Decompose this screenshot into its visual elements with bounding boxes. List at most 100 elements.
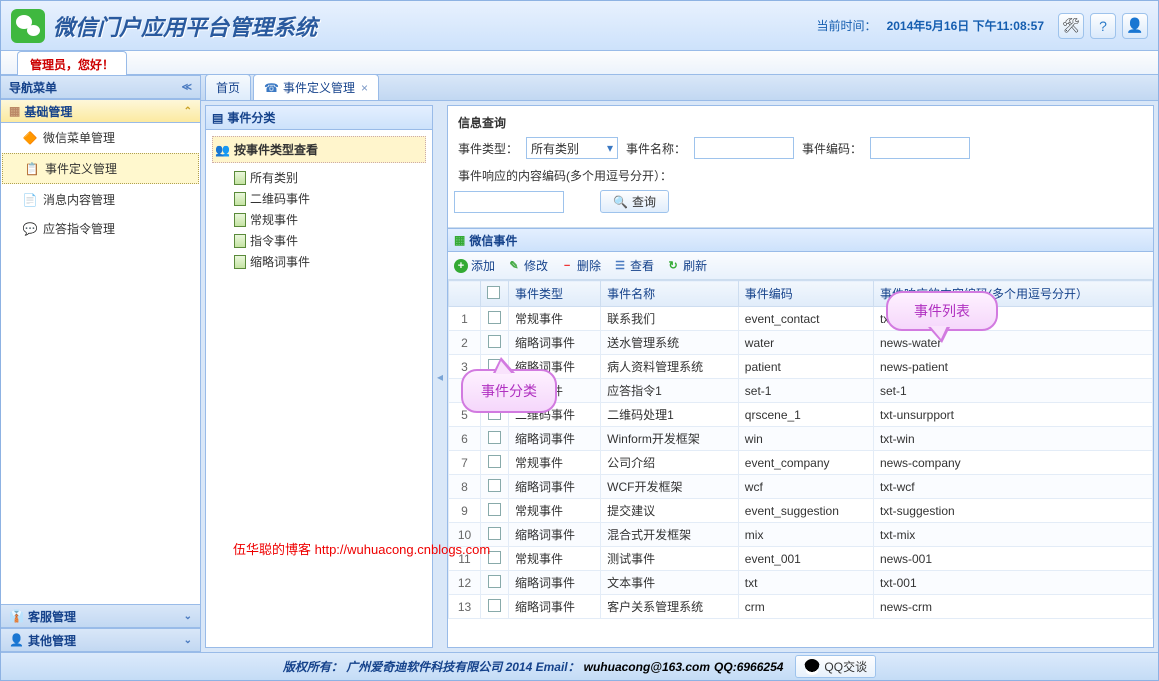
tree-root-label: 按事件类型查看: [234, 141, 318, 158]
tree-item-label: 常规事件: [250, 211, 298, 228]
tree-item[interactable]: 指令事件: [234, 230, 426, 251]
refresh-icon: ↻: [666, 259, 680, 273]
cell: 提交建议: [601, 499, 739, 523]
refresh-button[interactable]: ↻刷新: [666, 257, 707, 274]
grid-column-header[interactable]: 事件编码: [738, 281, 873, 307]
nav-item-icon: 📄: [23, 193, 37, 207]
time-label: 当前时间：: [817, 17, 877, 34]
plus-icon: +: [454, 259, 468, 273]
grid-icon: ▦: [454, 233, 465, 247]
cell: patient: [738, 355, 873, 379]
tab[interactable]: ☎事件定义管理×: [253, 75, 379, 100]
tree-item[interactable]: 常规事件: [234, 209, 426, 230]
rescode-input[interactable]: [454, 191, 564, 213]
row-checkbox[interactable]: [481, 451, 509, 475]
table-row[interactable]: 13缩略词事件客户关系管理系统crmnews-crm: [449, 595, 1153, 619]
footer-qq: QQ:6966254: [714, 660, 783, 674]
user-icon: 👔: [9, 609, 24, 623]
row-checkbox[interactable]: [481, 595, 509, 619]
nav-item-label: 微信菜单管理: [43, 129, 115, 146]
row-index: 8: [449, 475, 481, 499]
type-select[interactable]: 所有类别 ▾: [526, 137, 618, 159]
qq-chat-button[interactable]: QQ交谈: [795, 655, 876, 678]
cell: event_company: [738, 451, 873, 475]
row-checkbox[interactable]: [481, 475, 509, 499]
table-row[interactable]: 9常规事件提交建议event_suggestiontxt-suggestion: [449, 499, 1153, 523]
code-input[interactable]: [870, 137, 970, 159]
watermark: 伍华聪的博客 http://wuhuacong.cnblogs.com: [233, 539, 490, 558]
splitter[interactable]: ◂: [437, 105, 443, 648]
cell: 缩略词事件: [509, 427, 601, 451]
row-index: 7: [449, 451, 481, 475]
view-button[interactable]: ☰查看: [613, 257, 654, 274]
cell: news-crm: [873, 595, 1152, 619]
list-icon: ▤: [212, 111, 223, 125]
close-icon[interactable]: ×: [361, 81, 368, 95]
table-row[interactable]: 12缩略词事件文本事件txttxt-001: [449, 571, 1153, 595]
row-checkbox[interactable]: [481, 571, 509, 595]
cell: crm: [738, 595, 873, 619]
table-row[interactable]: 8缩略词事件WCF开发框架wcftxt-wcf: [449, 475, 1153, 499]
person-icon: 👤: [9, 633, 24, 647]
grid-column-header[interactable]: 事件名称: [601, 281, 739, 307]
cell: 缩略词事件: [509, 595, 601, 619]
cell: event_contact: [738, 307, 873, 331]
chevron-down-icon: ⌄: [184, 635, 192, 646]
group-basic[interactable]: ▦ 基础管理 ⌃: [1, 99, 200, 123]
sidebar-item[interactable]: 📄消息内容管理: [1, 185, 200, 214]
row-checkbox[interactable]: [481, 331, 509, 355]
table-row[interactable]: 2缩略词事件送水管理系统waternews-water: [449, 331, 1153, 355]
nav-item-icon: 📋: [25, 162, 39, 176]
row-checkbox[interactable]: [481, 307, 509, 331]
row-checkbox[interactable]: [481, 499, 509, 523]
group-other[interactable]: 👤 其他管理 ⌄: [1, 628, 200, 652]
table-row[interactable]: 10缩略词事件混合式开发框架mixtxt-mix: [449, 523, 1153, 547]
name-input[interactable]: [694, 137, 794, 159]
tree-panel: ▤ 事件分类 👥 按事件类型查看 所有类别二维码事件常规事件指令事件缩略词事件: [205, 105, 433, 648]
cell: txt-suggestion: [873, 499, 1152, 523]
tree-item[interactable]: 缩略词事件: [234, 251, 426, 272]
delete-button[interactable]: −删除: [560, 257, 601, 274]
table-row[interactable]: 7常规事件公司介绍event_companynews-company: [449, 451, 1153, 475]
sidebar-item[interactable]: 🔶微信菜单管理: [1, 123, 200, 152]
tree-root[interactable]: 👥 按事件类型查看: [212, 136, 426, 163]
qq-btn-label: QQ交谈: [824, 658, 867, 675]
grid-column-header[interactable]: 事件类型: [509, 281, 601, 307]
help-button[interactable]: ?: [1090, 13, 1116, 39]
app-header: 微信门户应用平台管理系统 当前时间： 2014年5月16日 下午11:08:57…: [1, 1, 1158, 51]
search-button-label: 查询: [632, 193, 656, 210]
cell: win: [738, 427, 873, 451]
collapse-icon[interactable]: ≪: [182, 82, 192, 93]
tree-item[interactable]: 所有类别: [234, 167, 426, 188]
table-row[interactable]: 11常规事件测试事件event_001news-001: [449, 547, 1153, 571]
tab[interactable]: 首页: [205, 75, 251, 100]
add-button[interactable]: +添加: [454, 257, 495, 274]
row-index: 2: [449, 331, 481, 355]
col-checkbox[interactable]: [481, 281, 509, 307]
cell: event_suggestion: [738, 499, 873, 523]
document-icon: [234, 171, 246, 185]
cell: WCF开发框架: [601, 475, 739, 499]
nav-item-label: 事件定义管理: [45, 160, 117, 177]
table-row[interactable]: 6缩略词事件Winform开发框架wintxt-win: [449, 427, 1153, 451]
table-row[interactable]: 1常规事件联系我们event_contacttxt-contact: [449, 307, 1153, 331]
row-checkbox[interactable]: [481, 427, 509, 451]
cell: 送水管理系统: [601, 331, 739, 355]
pencil-icon: ✎: [507, 259, 521, 273]
callout-list: 事件列表: [886, 291, 998, 331]
tree-title-bar: ▤ 事件分类: [206, 106, 432, 130]
search-button[interactable]: 🔍 查询: [600, 190, 669, 213]
sidebar: 导航菜单 ≪ ▦ 基础管理 ⌃ 🔶微信菜单管理 📋 事件定义管理 📄消息内容管理💬应答…: [1, 75, 201, 652]
nav-items: 🔶微信菜单管理 📋 事件定义管理 📄消息内容管理💬应答指令管理: [1, 123, 200, 604]
user-button[interactable]: 👤: [1122, 13, 1148, 39]
sidebar-item[interactable]: 💬应答指令管理: [1, 214, 200, 243]
cell: 测试事件: [601, 547, 739, 571]
group-service[interactable]: 👔 客服管理 ⌄: [1, 604, 200, 628]
sidebar-item[interactable]: 📋 事件定义管理: [2, 153, 199, 184]
tree-item[interactable]: 二维码事件: [234, 188, 426, 209]
document-icon: [234, 255, 246, 269]
cell: news-001: [873, 547, 1152, 571]
tools-button[interactable]: 🛠: [1058, 13, 1084, 39]
edit-button[interactable]: ✎修改: [507, 257, 548, 274]
nav-header[interactable]: 导航菜单 ≪: [1, 75, 200, 99]
